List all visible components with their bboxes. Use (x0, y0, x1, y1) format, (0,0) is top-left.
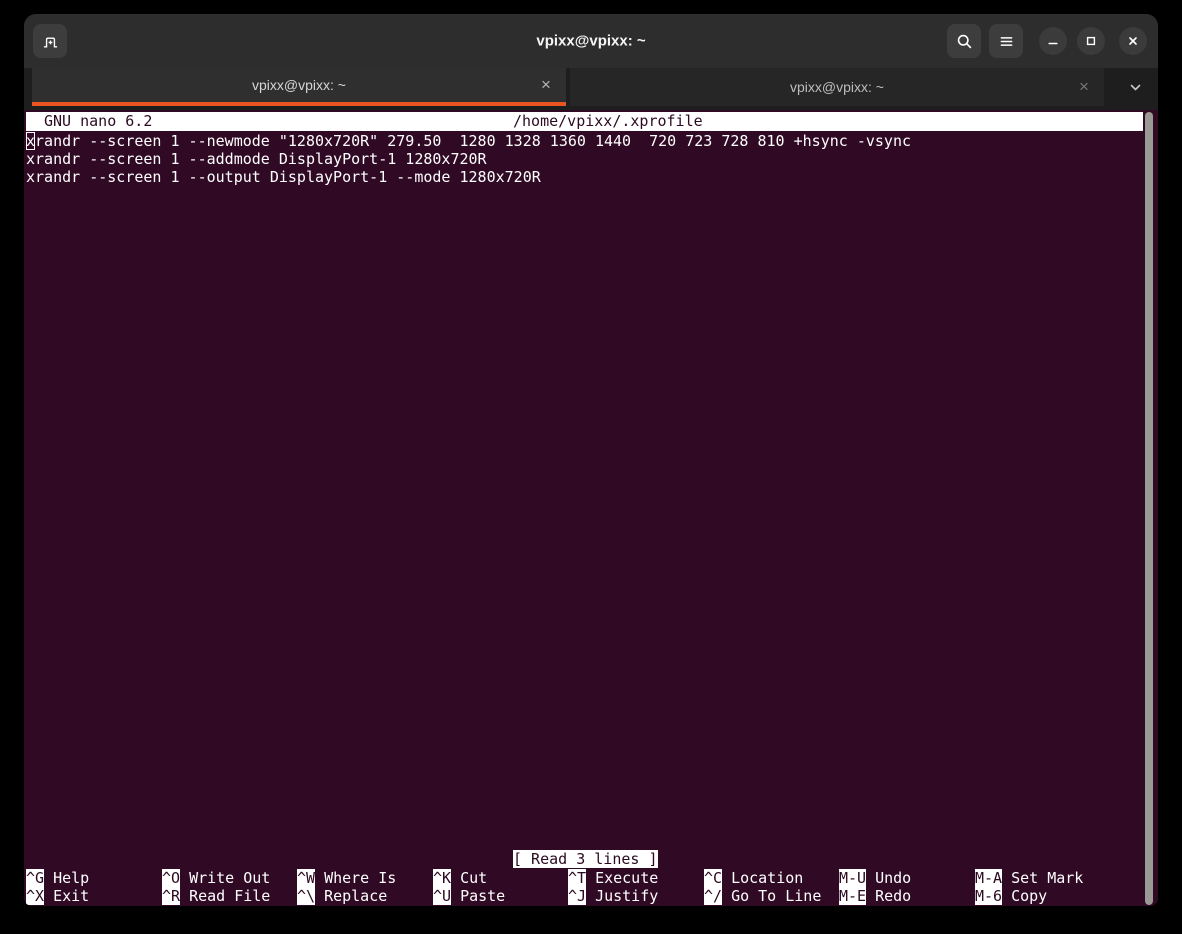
maximize-button[interactable] (1077, 27, 1105, 55)
shortcut-replace: ^\Replace (297, 887, 387, 905)
tab-bar: vpixx@vpixx: ~ × vpixx@vpixx: ~ × (24, 68, 1158, 110)
chevron-down-icon (1126, 78, 1145, 100)
minimize-button[interactable] (1039, 27, 1067, 55)
text-cursor: x (26, 132, 35, 150)
nano-shortcuts-row-1: ^GHelp ^OWrite Out ^WWhere Is ^KCut ^TEx… (24, 869, 1158, 887)
maximize-icon (1083, 33, 1099, 49)
nano-file-path: /home/vpixx/.xprofile (513, 112, 703, 130)
tab-1-label: vpixx@vpixx: ~ (252, 77, 346, 93)
shortcut-execute: ^TExecute (568, 869, 658, 887)
new-tab-button[interactable] (33, 24, 67, 58)
menu-button[interactable] (989, 24, 1023, 58)
window-title: vpixx@vpixx: ~ (536, 33, 645, 50)
buffer-line-3: xrandr --screen 1 --output DisplayPort-1… (26, 168, 541, 186)
tab-2-inactive[interactable]: vpixx@vpixx: ~ × (570, 68, 1104, 106)
shortcut-copy: M-6Copy (975, 887, 1047, 905)
minimize-icon (1045, 33, 1061, 49)
tab-2-label: vpixx@vpixx: ~ (790, 79, 884, 95)
scrollbar[interactable] (1145, 112, 1153, 905)
shortcut-read-file: ^RRead File (162, 887, 270, 905)
shortcut-justify: ^JJustify (568, 887, 658, 905)
titlebar[interactable]: vpixx@vpixx: ~ (24, 14, 1158, 68)
search-icon (956, 33, 973, 50)
terminal-window: vpixx@vpixx: ~ (24, 14, 1158, 906)
shortcut-set-mark: M-ASet Mark (975, 869, 1083, 887)
terminal-screen[interactable]: GNU nano 6.2 /home/vpixx/.xprofile xrand… (24, 110, 1158, 906)
nano-titlebar: GNU nano 6.2 /home/vpixx/.xprofile (26, 112, 1143, 131)
shortcut-location: ^CLocation (704, 869, 803, 887)
new-tab-icon (42, 33, 59, 50)
shortcut-where-is: ^WWhere Is (297, 869, 396, 887)
nano-version-label: GNU nano 6.2 (44, 112, 152, 130)
tab-2-close-icon[interactable]: × (1073, 76, 1095, 98)
shortcut-redo: M-ERedo (839, 887, 911, 905)
buffer-line-2: xrandr --screen 1 --addmode DisplayPort-… (26, 150, 487, 168)
hamburger-menu-icon (998, 33, 1015, 50)
shortcut-exit: ^XExit (26, 887, 89, 905)
shortcut-go-to-line: ^/Go To Line (704, 887, 821, 905)
shortcut-cut: ^KCut (433, 869, 487, 887)
shortcut-help: ^GHelp (26, 869, 89, 887)
nano-status-message: [ Read 3 lines ] (513, 850, 658, 868)
close-icon (1125, 33, 1141, 49)
desktop-background: vpixx@vpixx: ~ (0, 0, 1182, 934)
shortcut-undo: M-UUndo (839, 869, 911, 887)
buffer-line-1: xrandr --screen 1 --newmode "1280x720R" … (26, 132, 911, 150)
buffer-line-1-text: randr --screen 1 --newmode "1280x720R" 2… (35, 132, 911, 150)
tab-list-dropdown-button[interactable] (1122, 77, 1148, 101)
tab-1-close-icon[interactable]: × (535, 74, 557, 96)
close-button[interactable] (1119, 27, 1147, 55)
shortcut-paste: ^UPaste (433, 887, 505, 905)
nano-shortcuts-row-2: ^XExit ^RRead File ^\Replace ^UPaste ^JJ… (24, 887, 1158, 905)
search-button[interactable] (947, 24, 981, 58)
shortcut-write-out: ^OWrite Out (162, 869, 270, 887)
tab-1-active[interactable]: vpixx@vpixx: ~ × (32, 68, 566, 106)
